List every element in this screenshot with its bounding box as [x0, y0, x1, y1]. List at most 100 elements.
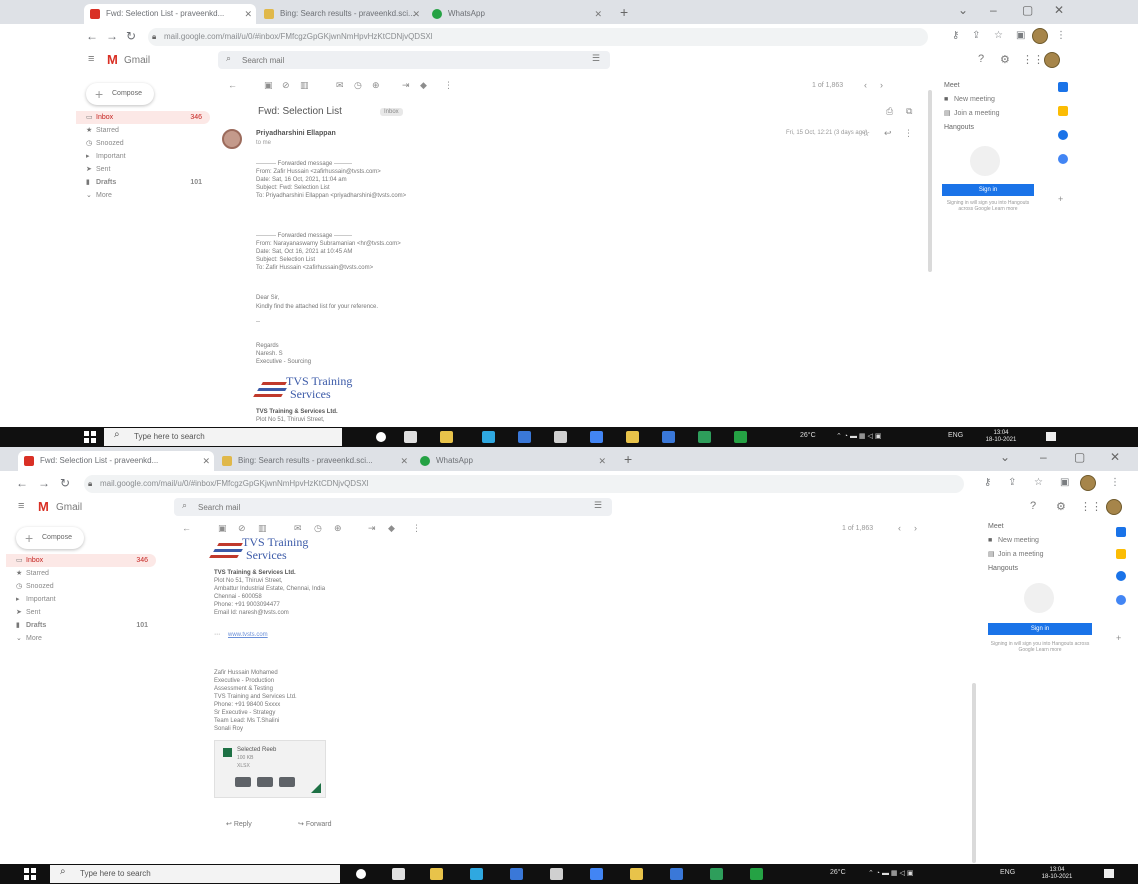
search-bar[interactable]: ⌕ ☰	[174, 498, 612, 516]
filter-icon[interactable]: ☰	[594, 500, 602, 511]
edge-icon[interactable]	[470, 868, 483, 880]
gear-icon[interactable]: ⚙	[1056, 500, 1066, 513]
back-to-inbox-icon[interactable]: ←	[228, 80, 237, 90]
gear-icon[interactable]: ⚙	[1000, 53, 1010, 66]
sidebar-item-sent[interactable]: ➤ Sent	[76, 163, 210, 176]
keep-icon[interactable]	[1058, 106, 1068, 116]
sender-avatar[interactable]	[222, 129, 242, 149]
search-input[interactable]	[198, 501, 528, 513]
tab-bing[interactable]: Bing: Search results - praveenkd.sci... …	[216, 451, 412, 471]
edit-icon[interactable]	[279, 777, 295, 787]
download-icon[interactable]	[235, 777, 251, 787]
task-view-icon[interactable]	[392, 868, 405, 880]
word-icon[interactable]	[670, 868, 683, 880]
menu-dots-icon[interactable]: ⋮	[1056, 30, 1066, 41]
add-task-icon[interactable]: ⊕	[334, 523, 342, 534]
close-tab-icon[interactable]: ✕	[244, 4, 252, 24]
close-tab-icon[interactable]: ✕	[594, 4, 602, 24]
report-spam-icon[interactable]: ⊘	[238, 523, 246, 534]
search-bar[interactable]: ⌕ ☰	[218, 51, 610, 69]
mark-unread-icon[interactable]: ✉	[294, 523, 302, 534]
sidebar-item-sent[interactable]: ➤ Sent	[6, 606, 156, 619]
chrome-icon[interactable]	[590, 431, 603, 443]
gmail-logo-icon[interactable]: M	[107, 52, 118, 67]
folder-icon[interactable]	[626, 431, 639, 443]
star-icon[interactable]: ☆	[862, 128, 870, 139]
tab-gmail[interactable]: Fwd: Selection List - praveenkd... ✕	[18, 451, 214, 471]
move-to-icon[interactable]: ⇥	[402, 80, 410, 91]
prev-icon[interactable]: ‹	[864, 80, 867, 90]
close-window-icon[interactable]: ✕	[1054, 3, 1064, 17]
recipient-text[interactable]: to me	[256, 140, 271, 146]
contacts-icon[interactable]	[1058, 154, 1068, 164]
new-tab-button[interactable]: +	[624, 451, 632, 467]
search-icon[interactable]: ⌕	[226, 53, 231, 64]
address-bar[interactable]: 🔒︎ mail.google.com/mail/u/0/#inbox/FMfcg…	[84, 475, 964, 493]
website-link[interactable]: www.tvsts.com	[228, 631, 268, 639]
share-icon[interactable]: ⇪	[1008, 477, 1016, 488]
sidebar-item-inbox[interactable]: ▭ Inbox 346	[76, 111, 210, 124]
label-icon[interactable]: ◆	[388, 523, 395, 534]
new-meeting-link[interactable]: ■ New meeting	[988, 537, 1039, 544]
taskbar-search[interactable]: ⌕ Type here to search	[50, 865, 340, 883]
contacts-icon[interactable]	[1116, 595, 1126, 605]
weather-text[interactable]: 26°C	[830, 869, 846, 876]
report-spam-icon[interactable]: ⊘	[282, 80, 290, 91]
profile-avatar[interactable]	[1032, 28, 1048, 44]
sign-in-button[interactable]: Sign in	[942, 184, 1034, 196]
chrome-icon[interactable]	[590, 868, 603, 880]
calendar-icon[interactable]	[1116, 527, 1126, 537]
keep-icon[interactable]	[1116, 549, 1126, 559]
search-icon[interactable]: ⌕	[182, 500, 187, 511]
next-icon[interactable]: ›	[880, 80, 883, 90]
system-tray-icons[interactable]: ⌃ ◔ ▬ ▦ ◁ ▣	[868, 869, 913, 877]
close-tab-icon[interactable]: ✕	[400, 451, 408, 471]
open-new-window-icon[interactable]: ⧉	[906, 106, 912, 117]
sidebar-item-more[interactable]: ⌄ More	[76, 189, 210, 202]
snooze-icon[interactable]: ◷	[354, 80, 362, 91]
back-icon[interactable]: ←	[16, 476, 28, 490]
account-avatar[interactable]	[1044, 52, 1060, 68]
sidebar-item-snoozed[interactable]: ◷ Snoozed	[6, 580, 156, 593]
prev-icon[interactable]: ‹	[898, 523, 901, 533]
excel-icon[interactable]	[710, 868, 723, 880]
trimmed-content-icon[interactable]: ⋯	[214, 631, 220, 639]
forward-icon[interactable]: →	[106, 29, 118, 43]
minimize-icon[interactable]: –	[1040, 450, 1047, 464]
new-meeting-link[interactable]: ■ New meeting	[944, 96, 995, 103]
whatsapp-icon[interactable]	[750, 868, 763, 880]
file-explorer-icon[interactable]	[440, 431, 453, 443]
whatsapp-icon[interactable]	[734, 431, 747, 443]
sidebar-item-snoozed[interactable]: ◷ Snoozed	[76, 137, 210, 150]
sender-name[interactable]: Priyadharshini Ellappan	[256, 130, 336, 137]
mail-app-icon[interactable]	[518, 431, 531, 443]
maximize-icon[interactable]: ▢	[1074, 450, 1085, 464]
star-icon[interactable]: ☆	[994, 30, 1003, 41]
reload-icon[interactable]: ↻	[60, 476, 70, 490]
notification-icon[interactable]	[1046, 432, 1056, 441]
menu-dots-icon[interactable]: ⋮	[1110, 477, 1120, 488]
weather-text[interactable]: 26°C	[800, 432, 816, 439]
cortana-icon[interactable]	[376, 432, 386, 442]
save-to-drive-icon[interactable]	[257, 777, 273, 787]
help-icon[interactable]: ?	[978, 53, 984, 65]
close-tab-icon[interactable]: ✕	[598, 451, 606, 471]
delete-icon[interactable]: ▥	[300, 80, 309, 91]
star-icon[interactable]: ☆	[1034, 477, 1043, 488]
notification-icon[interactable]	[1104, 869, 1114, 878]
mark-unread-icon[interactable]: ✉	[336, 80, 344, 91]
system-tray-icons[interactable]: ⌃ ◔ ▬ ▦ ◁ ▣	[836, 432, 881, 440]
account-avatar[interactable]	[1106, 499, 1122, 515]
forward-icon[interactable]: →	[38, 476, 50, 490]
add-addon-icon[interactable]: +	[1116, 633, 1121, 643]
add-task-icon[interactable]: ⊕	[372, 80, 380, 91]
scrollbar[interactable]	[928, 90, 932, 272]
tasks-icon[interactable]	[1116, 571, 1126, 581]
mail-app-icon[interactable]	[510, 868, 523, 880]
hamburger-icon[interactable]: ≡	[88, 53, 94, 65]
search-input[interactable]	[242, 54, 572, 66]
windows-start-icon[interactable]	[84, 431, 96, 443]
address-bar[interactable]: 🔒︎ mail.google.com/mail/u/0/#inbox/FMfcg…	[148, 28, 928, 46]
edge-icon[interactable]	[482, 431, 495, 443]
minimize-icon[interactable]: –	[990, 3, 997, 17]
